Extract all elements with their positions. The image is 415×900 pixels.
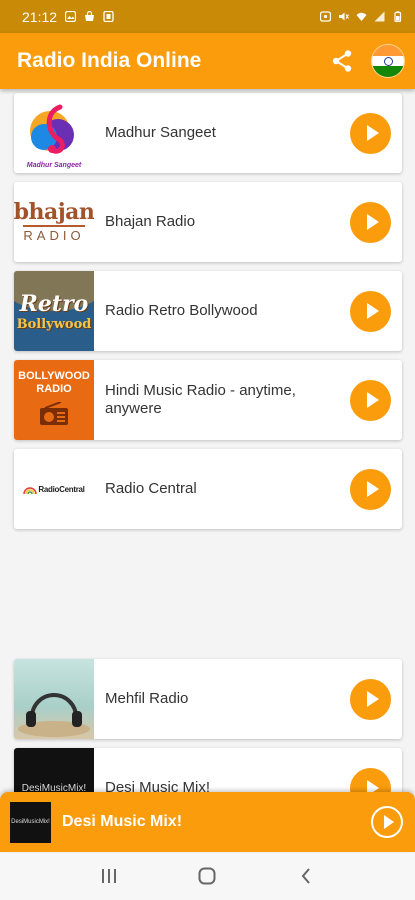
station-logo: Madhur Sangeet [14,93,94,173]
status-time: 21:12 [22,8,58,25]
station-logo-text: Retro [19,290,89,317]
station-logo-subtext: RADIO [36,383,72,395]
play-icon [366,780,379,792]
now-playing-logo-text: DesiMusicMix! [11,819,50,825]
play-icon [383,815,394,829]
station-logo-text: bhajan [14,199,94,225]
headphones-icon [18,693,90,737]
now-playing-title: Desi Music Mix! [62,813,183,830]
station-card[interactable]: Madhur Sangeet Madhur Sangeet [14,93,402,173]
share-icon [332,50,352,72]
station-logo-subtext: RADIO [23,225,85,243]
station-name: Desi Music Mix! [105,779,211,792]
station-card[interactable]: Mehfil Radio [14,659,402,739]
station-card[interactable]: RadioCentral Radio Central [14,449,402,529]
station-logo: BOLLYWOOD RADIO [14,360,94,440]
station-logo-text: Madhur Sangeet [26,162,82,169]
photo-notification-icon [65,11,77,22]
station-logo-text: DesiMusicMix! [21,782,87,793]
mute-icon [339,12,349,21]
station-name: Radio Central [105,480,197,497]
app-notification-icon [103,11,114,22]
station-logo: RadioCentral [14,449,94,529]
back-icon [301,868,310,884]
play-icon [366,481,379,497]
alarm-icon [320,11,331,22]
recent-apps-button[interactable] [89,856,129,896]
home-icon [198,867,216,885]
station-logo: bhajan RADIO [14,182,94,262]
radio-icon [40,402,68,425]
station-name: Radio Retro Bollywood [105,302,258,319]
back-button[interactable] [286,856,326,896]
play-icon [366,125,379,141]
station-name: Madhur Sangeet [105,124,216,141]
station-card[interactable]: BOLLYWOOD RADIO Hindi Music Radio - anyt… [14,360,402,440]
station-logo-text: RadioCentral [38,484,85,494]
status-bar: 21:12 [0,0,415,33]
play-icon [366,392,379,408]
now-playing-play-button[interactable] [371,806,403,838]
play-button[interactable] [350,290,391,332]
station-logo: DesiMusicMix! [14,748,94,792]
share-button[interactable] [327,46,357,76]
station-card[interactable]: Retro Bollywood Radio Retro Bollywood [14,271,402,351]
station-card[interactable]: bhajan RADIO Bhajan Radio [14,182,402,262]
system-nav-bar [0,852,415,900]
app-title: Radio India Online [17,49,202,72]
play-button[interactable] [350,201,391,243]
play-icon [366,214,379,230]
shop-notification-icon [85,11,95,21]
play-button[interactable] [350,112,391,154]
wifi-icon [356,12,367,21]
india-flag-icon [383,56,393,66]
station-name: Hindi Music Radio - anytime, anywere [105,382,296,417]
rainbow-icon [23,487,38,494]
now-playing-bar[interactable]: DesiMusicMix! Desi Music Mix! [0,792,415,852]
station-logo-text: BOLLYWOOD [18,370,90,382]
app-bar: Radio India Online [0,33,415,89]
now-playing-logo: DesiMusicMix! [10,801,51,843]
station-logo: Retro Bollywood [14,271,94,351]
station-logo [14,659,94,739]
play-button[interactable] [350,767,391,792]
play-button[interactable] [350,468,391,510]
battery-icon [394,11,402,22]
play-button[interactable] [350,678,391,720]
play-icon [366,303,379,319]
station-card[interactable]: DesiMusicMix! Desi Music Mix! [14,748,402,792]
signal-icon [374,11,385,22]
home-button[interactable] [187,856,227,896]
station-name: Mehfil Radio [105,690,189,707]
play-icon [366,691,379,707]
station-name: Bhajan Radio [105,213,196,230]
play-button[interactable] [350,379,391,421]
station-list[interactable]: Madhur Sangeet Madhur Sangeet bhajan RAD… [0,89,415,792]
recent-apps-icon [102,869,117,883]
station-logo-subtext: Bollywood [16,316,92,332]
country-flag-button[interactable] [371,44,405,78]
